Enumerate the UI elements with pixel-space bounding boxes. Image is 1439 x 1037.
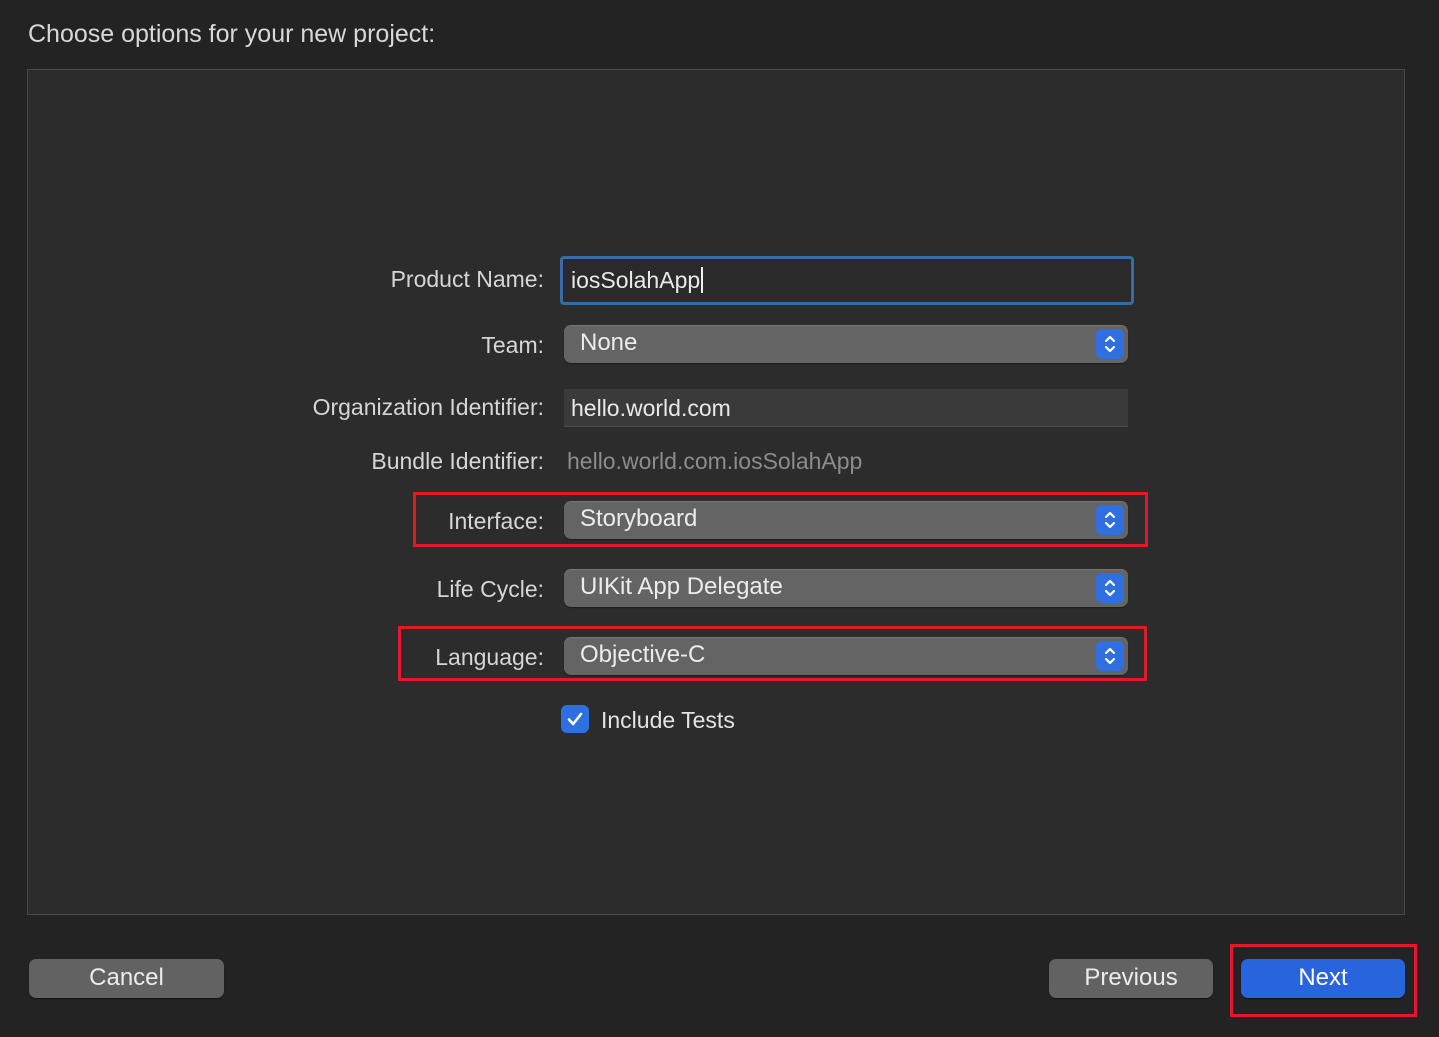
life-cycle-label: Life Cycle: <box>436 576 544 602</box>
chevron-up-down-icon <box>1096 573 1124 603</box>
next-button[interactable]: Next <box>1241 959 1405 998</box>
interface-value: Storyboard <box>580 505 698 532</box>
bundle-identifier-label: Bundle Identifier: <box>371 448 544 474</box>
interface-popup[interactable]: Storyboard <box>564 501 1128 539</box>
organization-identifier-field[interactable]: hello.world.com <box>564 389 1128 427</box>
chevron-up-down-icon <box>1096 641 1124 671</box>
life-cycle-value: UIKit App Delegate <box>580 573 783 600</box>
organization-identifier-label: Organization Identifier: <box>312 394 544 420</box>
language-label: Language: <box>435 644 544 670</box>
include-tests-label[interactable]: Include Tests <box>601 705 735 735</box>
chevron-up-down-icon <box>1096 329 1124 359</box>
life-cycle-popup[interactable]: UIKit App Delegate <box>564 569 1128 607</box>
team-popup[interactable]: None <box>564 325 1128 363</box>
product-name-field[interactable]: iosSolahApp <box>560 256 1134 305</box>
team-value: None <box>580 329 638 356</box>
interface-label: Interface: <box>448 508 544 534</box>
product-name-label: Product Name: <box>390 266 544 292</box>
product-name-value: iosSolahApp <box>571 267 701 293</box>
team-label: Team: <box>481 332 544 358</box>
bundle-identifier-value: hello.world.com.iosSolahApp <box>567 448 863 474</box>
previous-button[interactable]: Previous <box>1049 959 1213 998</box>
cancel-button[interactable]: Cancel <box>29 959 224 998</box>
include-tests-checkbox[interactable] <box>561 705 589 733</box>
language-value: Objective-C <box>580 641 706 668</box>
checkmark-icon <box>567 712 583 726</box>
text-caret <box>701 267 704 294</box>
chevron-up-down-icon <box>1096 505 1124 535</box>
language-popup[interactable]: Objective-C <box>564 637 1128 675</box>
dialog-title: Choose options for your new project: <box>28 20 436 48</box>
